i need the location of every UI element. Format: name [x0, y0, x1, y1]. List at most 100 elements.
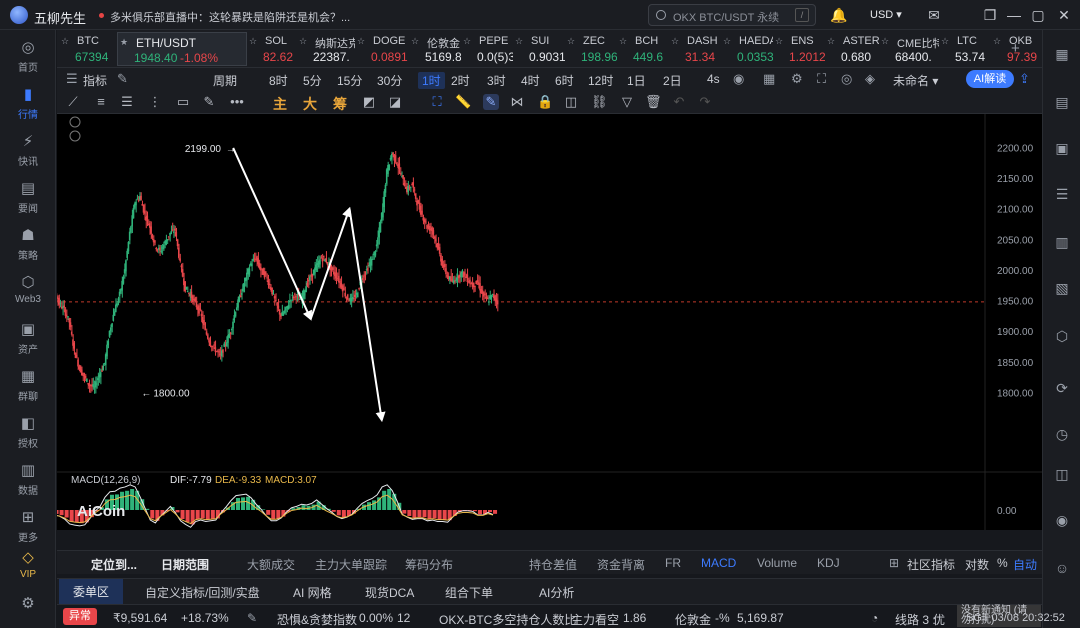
- sidebar-item-vip[interactable]: ◇ VIP: [0, 550, 56, 581]
- brush-icon[interactable]: ✎: [201, 94, 217, 110]
- hexagon-icon[interactable]: ⬡: [1054, 328, 1070, 344]
- chart-option-2[interactable]: %: [997, 556, 1008, 570]
- timeframe-3[interactable]: 30分: [377, 72, 402, 89]
- clipboard-icon[interactable]: ▧: [1054, 280, 1070, 296]
- document-icon[interactable]: ▤: [1054, 94, 1070, 110]
- grid-icon[interactable]: ▦: [763, 71, 775, 87]
- sidebar-item-market[interactable]: ▮ 行情: [0, 87, 56, 122]
- wave-icon[interactable]: ◉: [1054, 512, 1070, 528]
- settings-icon[interactable]: ⚙: [791, 71, 803, 87]
- parallel-lines-icon[interactable]: ☰: [119, 94, 135, 110]
- star-icon[interactable]: ☆: [357, 36, 365, 47]
- line-label[interactable]: 线路 3 :: [895, 611, 936, 628]
- minimize-icon[interactable]: —: [1006, 7, 1022, 23]
- chart-tab-1[interactable]: 日期范围: [161, 556, 209, 573]
- visibility-icon[interactable]: ◫: [563, 94, 579, 110]
- sidebar-item-strategy[interactable]: ☗ 策略: [0, 228, 56, 263]
- horizontal-lines-icon[interactable]: ≡: [93, 94, 109, 110]
- ticker-6[interactable]: ☆ PEPE 0.0(5)3: [461, 32, 513, 66]
- sidebar-item-group-chat[interactable]: ▦ 群聊: [0, 369, 56, 404]
- star-icon[interactable]: ☆: [61, 36, 69, 47]
- magnet-icon[interactable]: ⋈: [509, 94, 525, 110]
- compare-icon[interactable]: ◩: [361, 94, 377, 110]
- candlestick-chart-svg[interactable]: 2200.00 2150.00 2100.00 2050.00 2000.00 1950.…: [39, 114, 1042, 544]
- timeframe-6[interactable]: 3时: [487, 72, 506, 89]
- chart-option-1[interactable]: 对数: [965, 556, 989, 573]
- restore-window-icon[interactable]: ❐: [982, 7, 998, 23]
- fib-icon[interactable]: ⋮: [147, 94, 163, 110]
- timeframe-7[interactable]: 4时: [521, 72, 540, 89]
- ticker-5[interactable]: ☆ 伦敦金 5169.8: [409, 32, 461, 66]
- star-icon[interactable]: ☆: [299, 36, 307, 47]
- big-order-button[interactable]: 大: [303, 94, 317, 114]
- rectangle-icon[interactable]: ▭: [175, 94, 191, 110]
- trash-icon[interactable]: 🗑: [645, 94, 662, 110]
- chart-tab-7[interactable]: FR: [665, 556, 681, 570]
- undo-icon[interactable]: ↶: [671, 94, 687, 110]
- alert-icon[interactable]: ◪: [387, 94, 403, 110]
- timeframe-12[interactable]: 4s: [707, 72, 720, 86]
- chart-tab-10[interactable]: KDJ: [817, 556, 840, 570]
- layout-name-select[interactable]: 未命名 ▾: [893, 72, 938, 89]
- ticker-10[interactable]: ☆ DASH 31.34: [669, 32, 721, 66]
- ticker-11[interactable]: ☆ HAEDAL 0.0353: [721, 32, 773, 66]
- clock-icon[interactable]: ◷: [1054, 426, 1070, 442]
- sidebar-item-more[interactable]: ⊞ 更多: [0, 510, 56, 545]
- timeframe-10[interactable]: 1日: [627, 72, 646, 89]
- star-icon[interactable]: ☆: [941, 36, 949, 47]
- link-icon[interactable]: ⛓: [591, 94, 608, 110]
- filter-icon[interactable]: ▽: [619, 94, 635, 110]
- chart-tab-0[interactable]: 定位到...: [91, 556, 137, 573]
- star-icon[interactable]: ☆: [619, 36, 627, 47]
- edit-icon[interactable]: ✎: [247, 611, 257, 625]
- news-ticker[interactable]: 多米俱乐部直播中：这轮暴跌是陷阱还是机会？...: [110, 9, 350, 25]
- list-menu-icon[interactable]: ☰: [66, 71, 78, 87]
- timeframe-5[interactable]: 2时: [451, 72, 470, 89]
- indicator-button[interactable]: 指标: [83, 72, 107, 89]
- share-icon[interactable]: ⇪: [1019, 71, 1030, 87]
- ticker-0[interactable]: ☆ BTC 67394: [59, 32, 117, 66]
- star-icon[interactable]: ☆: [567, 36, 575, 47]
- star-icon[interactable]: ☆: [723, 36, 731, 47]
- close-icon[interactable]: ✕: [1056, 7, 1072, 23]
- panel-tab-1[interactable]: 自定义指标/回测/实盘: [145, 584, 260, 601]
- sidebar-item-home[interactable]: ◎ 首页: [0, 40, 56, 75]
- timeframe-11[interactable]: 2日: [663, 72, 682, 89]
- ticker-14[interactable]: ☆ CME比特 68400.: [879, 32, 939, 66]
- ticker-7[interactable]: ☆ SUI 0.9031: [513, 32, 565, 66]
- star-icon[interactable]: ☆: [775, 36, 783, 47]
- draw-pen-icon[interactable]: ✎: [483, 94, 499, 110]
- star-icon[interactable]: ☆: [463, 36, 471, 47]
- panel-tab-2[interactable]: AI 网格: [293, 584, 332, 601]
- sidebar-item-authorize[interactable]: ◧ 授权: [0, 416, 56, 451]
- ticker-3[interactable]: ☆ 纳斯达克 22387.: [297, 32, 355, 66]
- ticker-8[interactable]: ☆ ZEC 198.96: [565, 32, 617, 66]
- expand-icon[interactable]: [69, 116, 81, 128]
- sidebar-item-flash[interactable]: ⚡ 快讯: [0, 134, 56, 169]
- redo-icon[interactable]: ↷: [697, 94, 713, 110]
- ticker-15[interactable]: ☆ LTC 53.74: [939, 32, 991, 66]
- panel-tab-0[interactable]: 委单区: [59, 579, 124, 605]
- ruler-icon[interactable]: 📏: [455, 94, 471, 110]
- star-icon[interactable]: ☆: [411, 36, 419, 47]
- collapse-icon[interactable]: [69, 130, 81, 142]
- maximize-icon[interactable]: ▢: [1030, 7, 1046, 23]
- chart-tab-4[interactable]: 筹码分布: [405, 556, 453, 573]
- ai-interpret-button[interactable]: AI解读: [966, 70, 1014, 88]
- target-icon[interactable]: ◎: [841, 71, 852, 87]
- timeframe-4[interactable]: 1时: [418, 72, 445, 89]
- bar-chart-icon[interactable]: ▥: [1054, 234, 1070, 250]
- ticker-2[interactable]: ☆ SOL 82.62: [247, 32, 297, 66]
- sidebar-item-data[interactable]: ▥ 数据: [0, 463, 56, 498]
- star-icon[interactable]: ☆: [827, 36, 835, 47]
- main-force-button[interactable]: 主: [273, 94, 287, 114]
- chart-tab-5[interactable]: 持仓差值: [529, 556, 577, 573]
- price-chart[interactable]: 2200.00 2150.00 2100.00 2050.00 2000.00 1950.…: [39, 114, 1042, 544]
- ticker-1[interactable]: ★ ETH/USDT 1948.40 -1.08%: [117, 32, 247, 66]
- star-icon[interactable]: ★: [120, 37, 128, 48]
- alarm-badge[interactable]: 异常: [63, 608, 97, 625]
- settings-icon[interactable]: ⚙: [0, 596, 56, 615]
- chart-option-3[interactable]: 自动: [1013, 556, 1037, 573]
- currency-select[interactable]: USD ▾: [870, 8, 902, 21]
- camera-icon[interactable]: ◉: [733, 71, 744, 87]
